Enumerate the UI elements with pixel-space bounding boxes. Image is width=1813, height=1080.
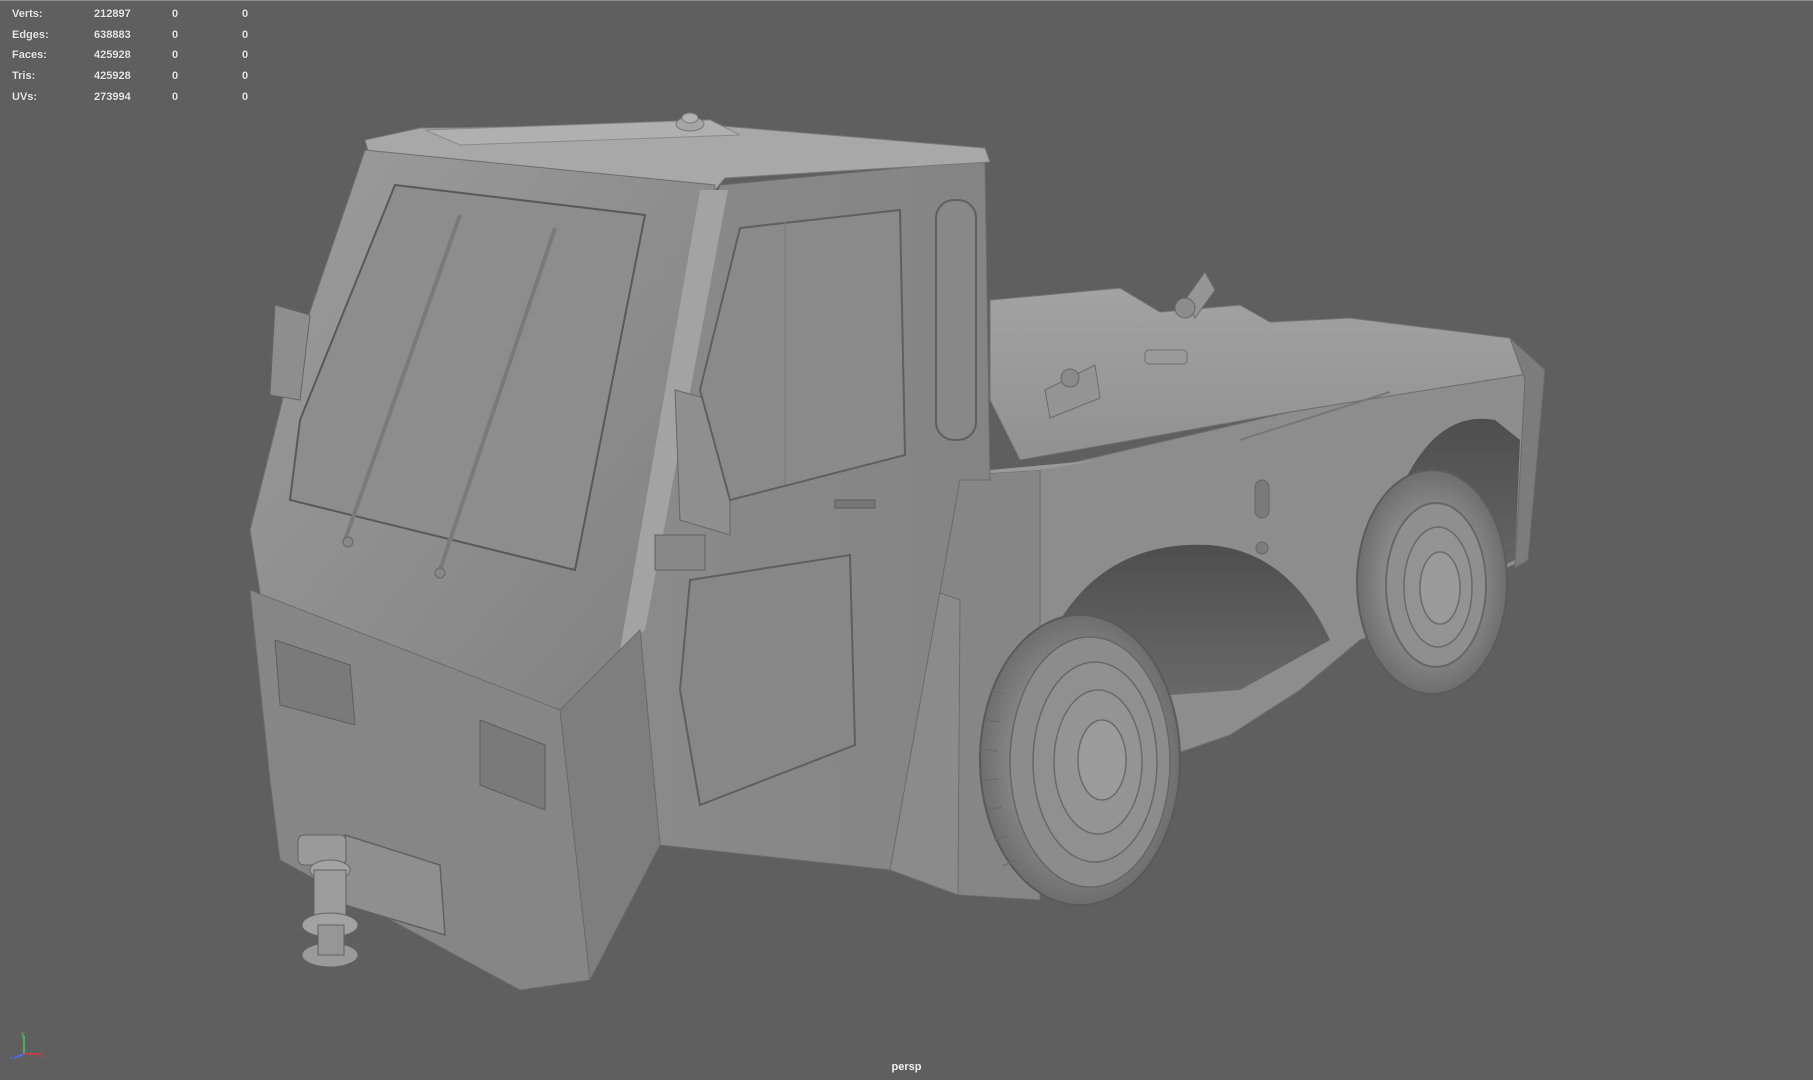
svg-text:z: z bbox=[9, 1054, 13, 1060]
front-wheel bbox=[979, 614, 1181, 906]
view-axis-gizmo-icon: y x z bbox=[9, 1031, 44, 1060]
camera-name-label: persp bbox=[891, 1061, 922, 1073]
3d-viewport[interactable]: Verts: 212897 0 0 Edges: 638883 0 0 Face… bbox=[0, 0, 1813, 1080]
rear-wheel bbox=[1356, 469, 1508, 695]
tow-tractor-model-icon[interactable] bbox=[0, 0, 1813, 1080]
svg-text:x: x bbox=[40, 1052, 44, 1059]
svg-text:y: y bbox=[21, 1031, 25, 1038]
